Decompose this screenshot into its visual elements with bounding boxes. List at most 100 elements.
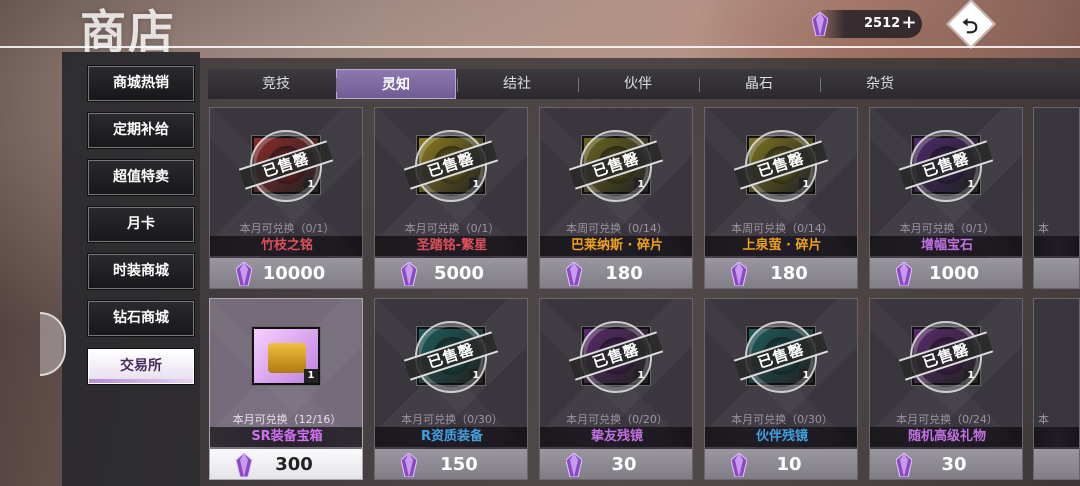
shop-item-card[interactable]: 1 已售罄 本月可兑换（0/20） 挚友残镜 30 (539, 298, 693, 480)
item-price-strip: 150 (375, 449, 527, 479)
item-limit-text: 本月可兑换（0/24） (896, 413, 998, 426)
item-price-strip: 30 (540, 449, 692, 479)
item-name: 伙伴残镜 (705, 427, 857, 447)
tab-2[interactable]: 结社 (457, 69, 577, 99)
item-icon: 1 (252, 327, 320, 385)
sold-out-stamp: 已售罄 (568, 130, 664, 202)
item-price-strip: 180 (705, 258, 857, 288)
shop-item-card[interactable]: 1 已售罄 本月可兑换（0/24） 随机高级礼物 30 (869, 298, 1023, 480)
item-limit-text: 本月可兑换（0/1） (899, 222, 995, 235)
partial-item-card[interactable]: 本 (1033, 107, 1080, 289)
item-price: 180 (770, 263, 808, 284)
sold-out-stamp: 已售罄 (898, 130, 994, 202)
tab-5[interactable]: 杂货 (820, 69, 940, 99)
shop-item-card[interactable]: 1 已售罄 本周可兑换（0/14） 巴莱纳斯 · 碎片 180 (539, 107, 693, 289)
back-button[interactable]: ⮌ (944, 2, 998, 46)
shop-item-card[interactable]: 1 已售罄 本月可兑换（0/30） R资质装备 150 (374, 298, 528, 480)
crystal-icon (566, 453, 582, 477)
crystal-icon (731, 453, 747, 477)
tab-separator (336, 78, 337, 92)
sidebar-item[interactable]: 月卡 (87, 206, 195, 243)
item-name: 上泉萤 · 碎片 (705, 236, 857, 256)
item-name: 随机高级礼物 (870, 427, 1022, 447)
item-price: 30 (611, 454, 637, 475)
sold-out-stamp: 已售罄 (403, 321, 499, 393)
shop-item-card[interactable]: 1 已售罄 本周可兑换（0/14） 上泉萤 · 碎片 180 (704, 107, 858, 289)
item-limit-text: 本 (1038, 413, 1049, 426)
item-limit-text: 本月可兑换（0/20） (566, 413, 668, 426)
tab-1[interactable]: 灵知 (336, 69, 456, 99)
crystal-icon (236, 453, 252, 477)
sidebar-item[interactable]: 时装商城 (87, 253, 195, 290)
add-currency-icon[interactable]: + (900, 14, 918, 32)
item-price: 10 (776, 454, 802, 475)
tab-separator (578, 78, 579, 92)
sold-out-stamp: 已售罄 (568, 321, 664, 393)
sold-out-stamp: 已售罄 (403, 130, 499, 202)
category-tabbar: 竞技 灵知 结社 伙伴 晶石 杂货 (208, 69, 1080, 99)
item-limit-text: 本月可兑换（0/30） (401, 413, 503, 426)
currency-display: 2512 + (812, 10, 922, 38)
sidebar-item[interactable]: 超值特卖 (87, 159, 195, 196)
shop-item-card[interactable]: 1 已售罄 本月可兑换（0/1） 增幅宝石 1000 (869, 107, 1023, 289)
crystal-icon (896, 262, 912, 286)
item-limit-text: 本周可兑换（0/14） (731, 222, 833, 235)
item-limit-text: 本 (1038, 222, 1049, 235)
sidebar-item[interactable]: 定期补给 (87, 112, 195, 149)
crystal-icon (896, 453, 912, 477)
shop-item-card[interactable]: 1 已售罄 本月可兑换（0/1） 圣踏铭-繁星 5000 (374, 107, 528, 289)
crystal-icon (236, 262, 252, 286)
item-price-strip: 10 (705, 449, 857, 479)
tab-separator (457, 78, 458, 92)
back-arrow-icon: ⮌ (962, 14, 979, 38)
partial-item-card[interactable]: 本 (1033, 298, 1080, 480)
item-count: 1 (304, 369, 318, 383)
tab-separator (820, 78, 821, 92)
item-limit-text: 本月可兑换（0/1） (239, 222, 335, 235)
item-limit-text: 本月可兑换（0/30） (731, 413, 833, 426)
shop-item-card[interactable]: 1 已售罄 本月可兑换（0/1） 竹枝之铭 10000 (209, 107, 363, 289)
sold-out-stamp: 已售罄 (733, 130, 829, 202)
crystal-icon (401, 453, 417, 477)
crystal-icon (812, 12, 828, 36)
header-divider (0, 46, 1080, 48)
item-price-strip (1034, 449, 1079, 479)
item-name: 竹枝之铭 (210, 236, 362, 256)
item-price: 5000 (433, 263, 485, 284)
item-art (268, 343, 306, 373)
tab-separator (699, 78, 700, 92)
sidebar-item[interactable]: 交易所 (87, 348, 195, 385)
currency-value: 2512 (864, 16, 901, 31)
item-price: 10000 (262, 263, 326, 284)
shop-item-card[interactable]: 1 本月可兑换（12/16） SR装备宝箱 300 (209, 298, 363, 480)
item-limit-text: 本月可兑换（12/16） (232, 413, 342, 426)
item-name: 挚友残镜 (540, 427, 692, 447)
tab-3[interactable]: 伙伴 (578, 69, 698, 99)
item-price-strip: 30 (870, 449, 1022, 479)
item-price: 300 (275, 454, 313, 475)
tab-4[interactable]: 晶石 (699, 69, 819, 99)
item-price: 30 (941, 454, 967, 475)
crystal-icon (731, 262, 747, 286)
sold-out-stamp: 已售罄 (733, 321, 829, 393)
sold-out-stamp: 已售罄 (898, 321, 994, 393)
tab-0[interactable]: 竞技 (216, 69, 336, 99)
sold-out-stamp: 已售罄 (238, 130, 334, 202)
shop-item-card[interactable]: 1 已售罄 本月可兑换（0/30） 伙伴残镜 10 (704, 298, 858, 480)
item-price: 150 (440, 454, 478, 475)
crystal-icon (401, 262, 417, 286)
item-name: 巴莱纳斯 · 碎片 (540, 236, 692, 256)
item-name: 圣踏铭-繁星 (375, 236, 527, 256)
sidebar-item[interactable]: 钻石商城 (87, 300, 195, 337)
item-name: 增幅宝石 (870, 236, 1022, 256)
item-price-strip: 5000 (375, 258, 527, 288)
item-price: 1000 (928, 263, 980, 284)
item-name: R资质装备 (375, 427, 527, 447)
item-limit-text: 本周可兑换（0/14） (566, 222, 668, 235)
item-name-strip (1034, 236, 1079, 256)
item-price: 180 (605, 263, 643, 284)
item-name: SR装备宝箱 (210, 427, 362, 447)
sidebar-item[interactable]: 商城热销 (87, 65, 195, 102)
item-price-strip: 1000 (870, 258, 1022, 288)
item-name-strip (1034, 427, 1079, 447)
